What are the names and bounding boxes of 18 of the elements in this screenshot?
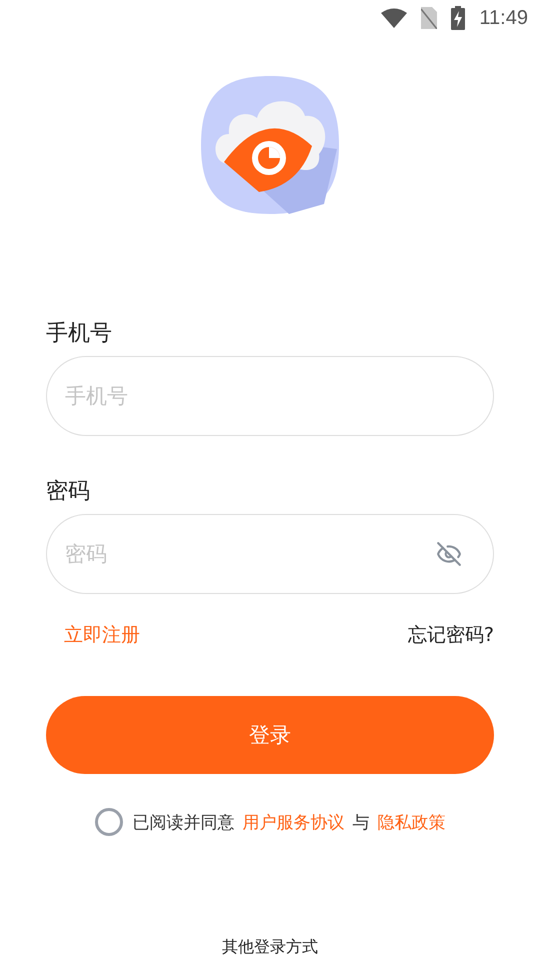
phone-field[interactable]: 手机号 (46, 356, 494, 436)
eye-off-icon[interactable] (436, 541, 462, 567)
no-sim-icon (421, 7, 438, 29)
field-label: 手机号 (46, 320, 112, 348)
forgot-password-link[interactable]: 忘记密码? (408, 622, 494, 648)
register-link[interactable]: 立即注册 (64, 622, 140, 648)
agreement-text: 与 (352, 812, 370, 834)
terms-link[interactable]: 用户服务协议 (242, 810, 344, 834)
agreement-checkbox[interactable] (94, 808, 122, 836)
battery-icon (451, 6, 466, 30)
agreement-text: 已阅读并同意 (132, 812, 234, 834)
field-label: 密码 (46, 478, 90, 506)
privacy-link[interactable]: 隐私政策 (378, 810, 446, 834)
password-field[interactable]: 密码 (46, 514, 494, 594)
other-login-link[interactable]: 其他登录方式 (222, 937, 318, 958)
wifi-icon (381, 8, 408, 28)
login-button[interactable]: 登录 (46, 696, 494, 774)
status-time: 11:49 (479, 6, 528, 30)
